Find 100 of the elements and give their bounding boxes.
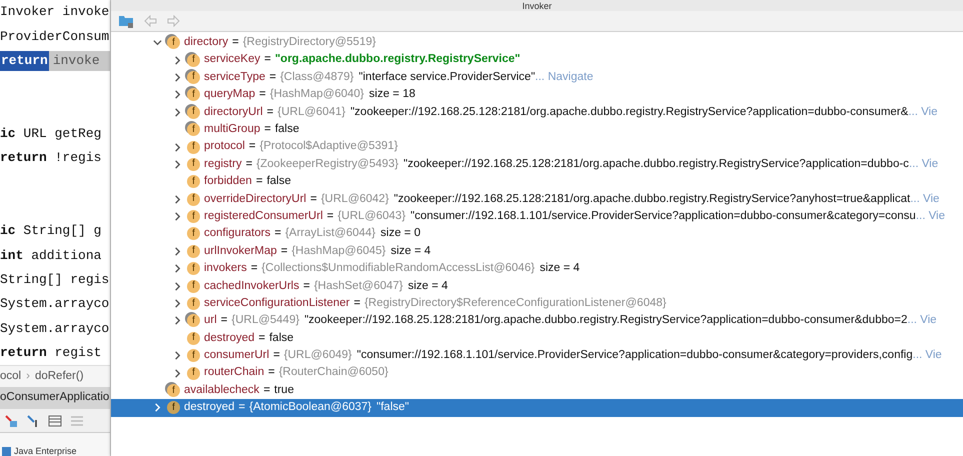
variable-row[interactable]: f protocol = {Protocol$Adaptive@5391}: [111, 138, 963, 156]
folder-icon[interactable]: [119, 14, 134, 28]
field-icon: f: [187, 297, 200, 310]
field-icon: f: [167, 401, 180, 414]
object-reference: {HashMap@6045}: [292, 244, 386, 259]
variable-row[interactable]: f configurators = {ArrayList@6044} size = 0: [111, 225, 963, 243]
code-line: return regist: [0, 344, 102, 362]
variable-row[interactable]: f url = {URL@5449} "zookeeper://192.168.25.128:2181/org.apache.dubbo.registry.RegistryService?application=dubbo-consumer&dubbo=2... Vie: [111, 312, 963, 330]
chevron-right-icon[interactable]: [152, 403, 162, 412]
variable-row[interactable]: f cachedInvokerUrls = {HashSet@6047} size = 4: [111, 277, 963, 295]
variable-name: registry: [204, 156, 242, 172]
chevron-down-icon[interactable]: [152, 38, 162, 48]
chevron-right-icon[interactable]: [172, 194, 182, 204]
variable-name: destroyed: [184, 400, 235, 416]
variable-value: "consumer://192.168.1.101/service.ProviderService?application=dubbo-consumer&category=consu: [410, 208, 916, 224]
variable-value: "zookeeper://192.168.25.128:2181/org.apache.dubbo.registry.RegistryService?application=dubbo-consumer&dubbo=2: [304, 313, 908, 328]
variable-name: serviceKey: [204, 52, 260, 68]
variable-name: directoryUrl: [204, 104, 263, 120]
variable-name: destroyed: [204, 330, 255, 346]
variable-row[interactable]: f serviceConfigurationListener = {RegistryDirectory$ReferenceConfigurationListener@6048}: [111, 294, 963, 312]
field-icon: f: [187, 175, 200, 188]
object-reference: {URL@6049}: [284, 348, 352, 364]
variable-row[interactable]: f serviceKey = "org.apache.dubbo.registry.RegistryService": [111, 51, 963, 69]
variable-name: multiGroup: [204, 122, 260, 138]
chevron-right-icon[interactable]: [172, 299, 182, 308]
variable-name: invokers: [204, 261, 247, 276]
variable-name: protocol: [204, 139, 245, 154]
chevron-right-icon[interactable]: [172, 56, 182, 65]
variable-row[interactable]: f invokers = {Collections$UnmodifiableRandomAccessList@6046} size = 4: [111, 260, 963, 278]
code-line: Invoker invoke: [0, 3, 110, 22]
chevron-right-icon[interactable]: [172, 160, 182, 169]
chevron-right-icon[interactable]: [172, 282, 182, 291]
chevron-right-icon[interactable]: [172, 316, 182, 326]
field-icon: f: [187, 54, 200, 67]
code-line: ic String[] g: [0, 222, 102, 240]
code-line: System.arrayco: [0, 295, 110, 314]
variable-value: "consumer://192.168.1.101/service.ProviderService?application=dubbo-consumer&category=providers,config: [356, 348, 913, 364]
breadcrumb-separator: ›: [26, 368, 30, 384]
field-icon: f: [187, 262, 200, 276]
equals-sign: =: [263, 382, 270, 398]
equals-sign: =: [310, 192, 317, 207]
breadcrumb-item[interactable]: ocol: [0, 368, 22, 386]
variable-name: consumerUrl: [204, 348, 270, 364]
variable-value: false: [274, 122, 300, 138]
variable-row[interactable]: f multiGroup = false: [111, 120, 963, 138]
chevron-right-icon[interactable]: [172, 351, 182, 360]
variable-row[interactable]: f urlInvokerMap = {HashMap@6045} size = 4: [111, 242, 963, 260]
equals-sign: =: [266, 104, 274, 120]
code-line: System.arrayco: [0, 320, 110, 338]
field-icon: f: [187, 88, 200, 102]
variable-row[interactable]: f registeredConsumerUrl = {URL@6043} "consumer://192.168.1.101/service.ProviderService?application=dubbo-consumer&category=consu... Vie: [111, 208, 963, 226]
variable-value: size = 0: [380, 226, 420, 242]
step-out-icon[interactable]: [4, 414, 18, 428]
field-icon: f: [187, 366, 200, 380]
variable-row[interactable]: f directoryUrl = {URL@6041} "zookeeper://192.168.25.128:2181/org.apache.dubbo.registry.RegistryService?application=dubbo-consumer&... Vie: [111, 104, 963, 121]
variable-row[interactable]: f routerChain = {RouterChain@6050}: [111, 364, 963, 382]
field-icon: f: [187, 332, 200, 345]
variable-row[interactable]: f registry = {ZookeeperRegistry@5493} "zookeeper://192.168.25.128:2181/org.apache.dubbo.registry.RegistryService?application=dubbo-c... Vie: [111, 156, 963, 174]
variable-name: availablecheck: [184, 382, 260, 398]
equals-sign: =: [274, 226, 282, 242]
variable-row[interactable]: f destroyed = {AtomicBoolean@6037} "false": [111, 399, 963, 417]
object-reference: {ArrayList@6044}: [285, 226, 376, 242]
chevron-right-icon[interactable]: [172, 246, 182, 256]
variable-name: serviceType: [204, 70, 266, 85]
object-reference: {URL@6042}: [320, 192, 389, 207]
chevron-right-icon[interactable]: [172, 90, 182, 100]
field-icon: f: [187, 314, 200, 328]
chevron-right-icon[interactable]: [172, 108, 182, 117]
object-reference: {Collections$UnmodifiableRandomAccessList@6046}: [262, 261, 535, 276]
variable-row[interactable]: f destroyed = false: [111, 330, 963, 348]
code-line: String[] regis: [0, 271, 110, 290]
equals-sign: =: [280, 244, 288, 259]
chevron-right-icon[interactable]: [172, 368, 182, 378]
variable-row[interactable]: f queryMap = {HashMap@6040} size = 18: [111, 86, 963, 104]
variable-name: cachedInvokerUrls: [204, 278, 300, 294]
variable-row[interactable]: f serviceType = {Class@4879} "interface service.ProviderService"... Navigate: [111, 68, 963, 86]
run-tab[interactable]: oConsumerApplicatio: [0, 387, 110, 409]
object-reference: {HashMap@6040}: [270, 87, 364, 102]
variable-row[interactable]: f availablecheck = true: [111, 382, 963, 400]
object-reference: {AtomicBoolean@6037}: [249, 400, 372, 416]
step-into-icon[interactable]: [26, 414, 40, 428]
chevron-right-icon[interactable]: [172, 142, 182, 152]
table-icon[interactable]: [48, 414, 62, 428]
variable-row[interactable]: f overrideDirectoryUrl = {URL@6042} "zookeeper://192.168.25.128:2181/org.apache.dubbo.registry.RegistryService?anyhost=true&applicat... Vie: [111, 190, 963, 208]
field-icon: f: [187, 280, 200, 293]
chevron-right-icon[interactable]: [172, 212, 182, 222]
breadcrumb-item[interactable]: doRefer(): [34, 368, 84, 386]
equals-sign: =: [264, 122, 271, 138]
equals-sign: =: [326, 208, 334, 224]
object-reference: {RegistryDirectory$ReferenceConfigurationListener@6048}: [364, 296, 666, 311]
chevron-right-icon[interactable]: [172, 264, 182, 274]
chevron-right-icon[interactable]: [172, 72, 182, 82]
variable-row[interactable]: f directory = {RegistryDirectory@5519}: [111, 34, 963, 52]
field-icon: f: [167, 36, 180, 50]
equals-sign: =: [303, 278, 310, 294]
variable-name: overrideDirectoryUrl: [204, 192, 306, 207]
variable-row[interactable]: f forbidden = false: [111, 173, 963, 191]
module-icon: [2, 447, 11, 456]
variable-row[interactable]: f consumerUrl = {URL@6049} "consumer://192.168.1.101/service.ProviderService?application=dubbo-consumer&category=providers,config... Vie: [111, 347, 963, 364]
object-reference: {HashSet@6047}: [314, 278, 403, 294]
